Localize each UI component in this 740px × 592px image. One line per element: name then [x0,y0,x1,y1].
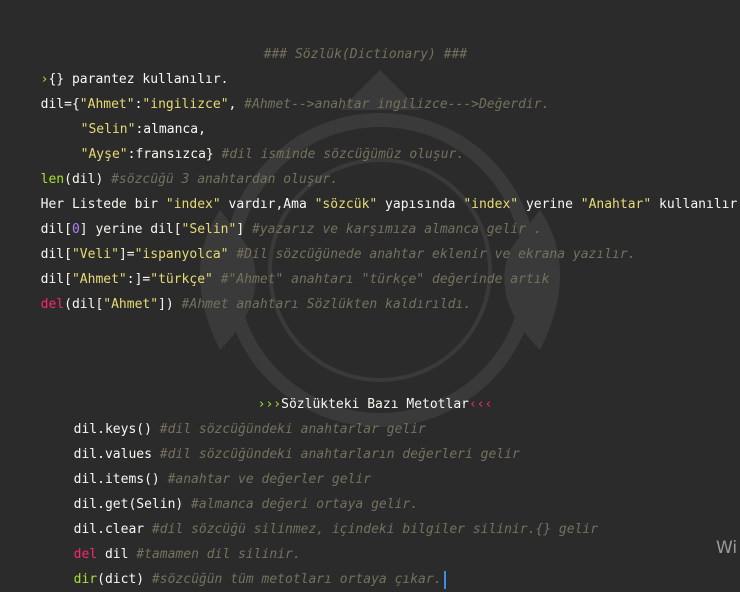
section-heading: ›››Sözlükteki Bazı Metotlar‹‹‹ [242,367,493,412]
code-text: kullanılır [651,197,738,212]
code-string: "Ahmet" [103,297,159,312]
code-text: (dil[ [64,297,104,312]
code-line-9: dil["Ahmet":]="türkçe" #"Ahmet" anahtarı… [25,242,550,287]
code-line-10: del(dil["Ahmet"]) #Ahmet anahtarı Sözlük… [25,267,472,312]
method-line-get: dil.get(Selin) #almanca değeri ortaya ge… [58,467,418,512]
code-function: dir [73,572,98,587]
code-line-5: len(dil) #sözcüğü 3 anahtardan oluşur. [25,142,338,187]
code-line-7: dil[0] yerine dil["Selin"] #yazarız ve k… [25,192,542,237]
code-comment: #Ahmet anahtarı Sözlükten kaldırıldı. [173,297,472,312]
windows-activation-watermark: Wi [716,538,738,558]
code-line-3: "Selin":almanca, [65,92,206,137]
text-cursor [443,570,446,589]
method-line-del: del dil #tamamen dil silinir. [58,517,301,562]
page-title: ### Sözlük(Dictionary) ### [248,17,468,62]
code-string: "Anahtar" [580,197,652,212]
code-line-8: dil["Veli"]="ispanyolca" #Dil sözcüğüned… [25,217,636,262]
chevrons-left-icon: ‹‹‹ [468,397,493,412]
code-comment: #sözcüğün tüm metotları ortaya çıkar. [144,572,442,587]
code-line-4: "Ayşe":fransızca} #dil isminde sözcüğümü… [65,117,465,162]
method-line-clear: dil.clear #dil sözcüğü silinmez, içindek… [58,492,598,537]
code-text: , [228,97,245,112]
method-line-keys: dil.keys() #dil sözcüğündeki anahtarlar … [58,392,426,437]
title-text: ### Sözlük(Dictionary) ### [263,47,468,62]
method-line-dir[interactable]: dir(dict) #sözcüğün tüm metotları ortaya… [58,542,446,589]
code-comment: #Ahmet-->anahtar ingilizce--->Değerdir. [244,97,550,112]
code-keyword: del [40,297,65,312]
code-line-6: Her Listede bir "index" vardır,Ama "sözc… [25,167,738,212]
code-text: (dict) [97,572,145,587]
code-text: ]) [158,297,174,312]
code-line-1: ›{} parantez kullanılır. [25,42,229,87]
method-line-items: dil.items() #anahtar ve değerler gelir [58,442,371,487]
code-line-2: dil={"Ahmet":"ingilizce", #Ahmet-->anaht… [25,67,550,112]
method-line-values: dil.values #dil sözcüğündeki anahtarları… [58,417,520,462]
